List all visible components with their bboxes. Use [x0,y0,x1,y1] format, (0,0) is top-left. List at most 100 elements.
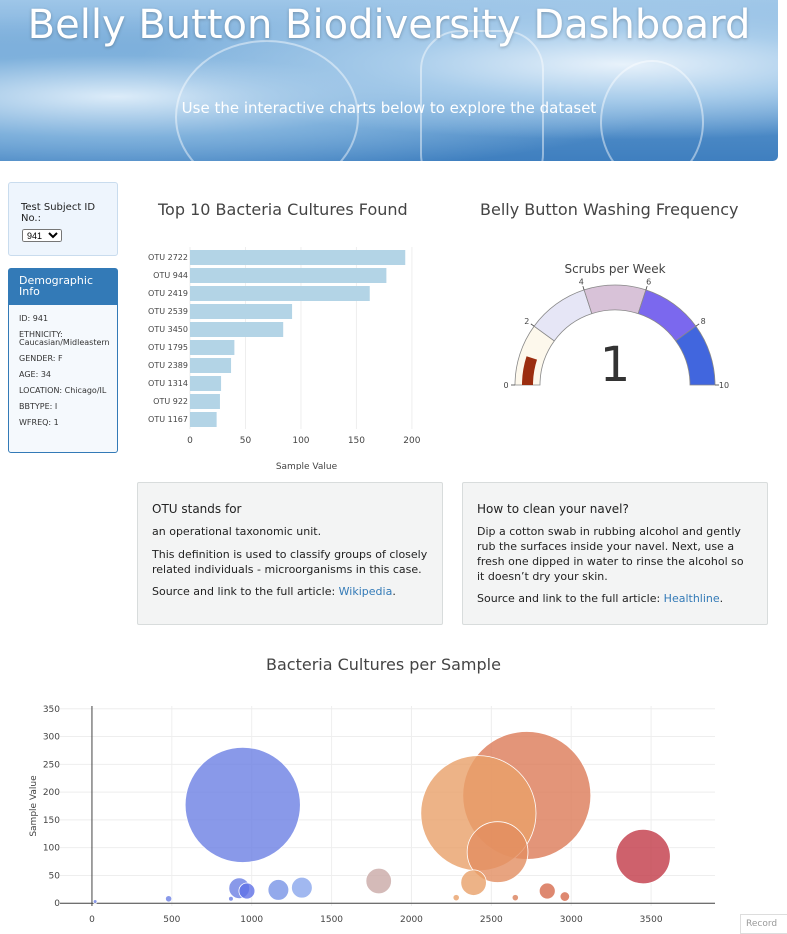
demographic-info-body: ID: 941 ETHNICITY: Caucasian/Midleastern… [9,305,117,445]
bar-x-tick-label: 200 [403,436,420,446]
navel-info-box: How to clean your navel? Dip a cotton sw… [462,482,768,625]
bubble-marker [228,895,234,902]
bar-mark [190,322,284,337]
gauge-tick-label: 10 [719,381,729,390]
source-prefix: Source and link to the full article: [477,592,661,605]
demo-wfreq: WFREQ: 1 [19,418,59,427]
demo-gender: GENDER: F [19,354,63,363]
bar-mark [190,304,293,319]
bubble-y-axis-label: Sample Value [29,775,39,837]
bubble-x-tick-label: 2500 [480,915,503,925]
gauge-chart-title: Belly Button Washing Frequency [480,200,739,219]
bubble-marker [165,895,173,903]
page-title: Belly Button Biodiversity Dashboard [27,2,751,48]
source-prefix: Source and link to the full article: [152,585,336,598]
gauge-tick-label: 8 [701,317,706,326]
bubble-y-tick-label: 100 [43,844,60,854]
bubble-x-tick-label: 3500 [640,915,663,925]
bubble-marker [267,879,290,901]
bar-x-tick-label: 150 [348,436,365,446]
bubble-y-tick-label: 150 [43,816,60,826]
bubble-x-tick-label: 3000 [560,915,583,925]
bar-x-tick-label: 0 [187,436,193,446]
demographic-info-title: Demographic Info [9,269,117,305]
bubble-x-tick-label: 1500 [320,915,343,925]
bubble-x-tick-label: 1000 [240,915,263,925]
gauge-tick-label: 6 [646,277,651,286]
subject-selector-panel: Test Subject ID No.: 941 [8,182,118,256]
gauge-tick-label: 4 [579,277,584,286]
demo-location: LOCATION: Chicago/IL [19,386,107,395]
bar-y-tick-label: OTU 1167 [148,415,188,424]
bar-mark [190,340,235,355]
healthline-link[interactable]: Healthline [664,592,720,605]
demographic-info-panel: Demographic Info ID: 941 ETHNICITY: Cauc… [8,268,118,453]
bar-y-tick-label: OTU 2539 [148,307,188,316]
gauge-chart[interactable]: Scrubs per Week 0 2 4 6 8 10 1 [490,255,750,405]
bubble-chart-title: Bacteria Cultures per Sample [266,655,501,674]
bar-mark [190,394,220,409]
gauge-tick-label: 2 [524,317,529,326]
demo-id: ID: 941 [19,314,49,323]
source-suffix: . [392,585,396,598]
bar-mark [190,268,387,283]
demo-age: AGE: 34 [19,370,52,379]
bar-mark [190,376,222,391]
bubble-x-tick-label: 2000 [400,915,423,925]
wikipedia-link[interactable]: Wikipedia [339,585,393,598]
subject-id-select[interactable]: 941 [22,229,62,242]
otu-info-source: Source and link to the full article: Wik… [152,584,428,599]
bubble-y-tick-label: 200 [43,788,60,798]
bar-chart[interactable]: 0 50 100 150 200 OTU 2722 OTU 944 OTU 2419 OTU 2… [140,240,440,470]
bar-x-tick-label: 50 [240,436,252,446]
bar-y-tick-label: OTU 2389 [148,361,188,370]
gauge-tick [530,323,535,327]
bubble-marker [615,828,671,885]
bubble-marker [291,876,313,899]
record-button[interactable]: Record [740,914,787,934]
bar-chart-title: Top 10 Bacteria Cultures Found [158,200,408,219]
bar-mark [190,412,217,427]
bar-mark [190,286,370,301]
demo-ethnicity: ETHNICITY: Caucasian/Midleastern [19,330,110,347]
otu-info-box: OTU stands for an operational taxonomic … [137,482,443,625]
bubble-chart[interactable]: 0501001502002503003500 500 1000 1500 2000 250… [0,690,787,931]
bar-mark [190,358,232,373]
bubble-y-tick-label: 350 [43,705,60,715]
bubble-marker [460,869,487,896]
gauge-tick-label: 0 [503,381,508,390]
bar-y-tick-label: OTU 1314 [148,379,188,388]
bubble-marker [452,894,460,902]
navel-info-title: How to clean your navel? [477,502,629,516]
otu-info-line2: This definition is used to classify grou… [152,548,428,576]
navel-info-body: Dip a cotton swab in rubbing alcohol and… [477,525,744,583]
gauge-tick [582,285,585,291]
gauge-title: Scrubs per Week [564,262,665,276]
bubble-y-tick-label: 250 [43,760,60,770]
header-banner: Belly Button Biodiversity Dashboard Use … [0,0,778,161]
bubble-marker [559,891,571,902]
bar-y-tick-label: OTU 2419 [148,289,188,298]
bubble-marker [238,882,256,900]
demo-bbtype: BBTYPE: I [19,402,58,411]
flask-decoration [420,30,544,161]
bubble-x-tick-label: 500 [163,915,180,925]
bubble-y-tick-label: 50 [49,871,61,881]
bar-y-tick-label: OTU 3450 [148,325,188,334]
source-suffix: . [719,592,724,605]
otu-info-title: OTU stands for [152,502,242,516]
bubble-x-tick-label: 0 [89,915,95,925]
gauge-step [583,284,647,315]
bar-x-axis-label: Sample Value [276,462,338,470]
bar-y-tick-label: OTU 2722 [148,253,188,262]
bar-x-tick-label: 100 [292,436,309,446]
bar-y-tick-label: OTU 922 [153,397,188,406]
bubble-marker [365,867,392,895]
gauge-value-label: 1 [600,337,631,393]
gauge-tick [695,323,700,327]
gauge-tick [645,285,648,291]
bubble-marker [184,746,301,863]
bubble-marker [92,899,98,904]
otu-info-line1: an operational taxonomic unit. [152,525,322,538]
subject-selector-label: Test Subject ID No.: [21,202,96,224]
